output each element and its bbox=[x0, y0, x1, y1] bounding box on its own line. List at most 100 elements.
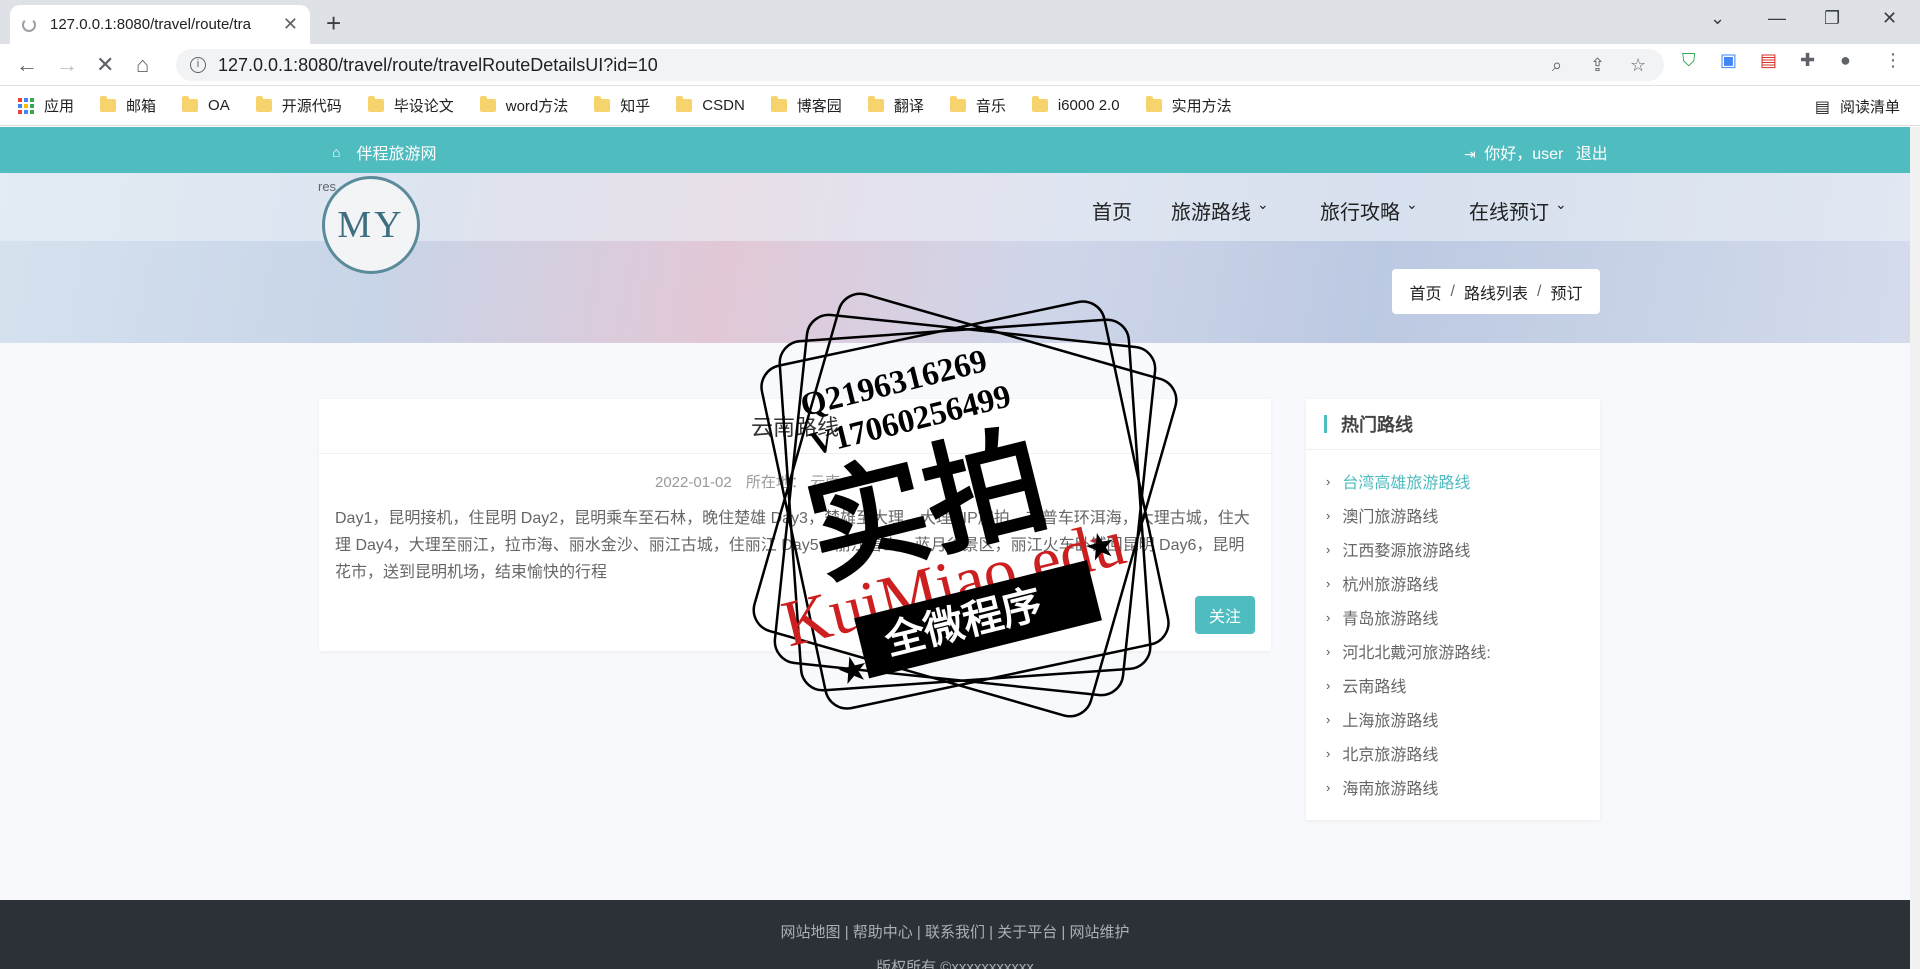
address-bar[interactable]: i 127.0.0.1:8080/travel/route/travelRout… bbox=[176, 49, 1664, 81]
apps-icon bbox=[18, 97, 34, 114]
folder-icon bbox=[867, 96, 884, 112]
back-icon[interactable]: ← bbox=[16, 52, 38, 78]
zoom-icon[interactable]: ⌕ bbox=[1552, 55, 1562, 76]
share-icon[interactable]: ⇪ bbox=[1590, 55, 1605, 76]
bookmark-folder[interactable]: 实用方法 bbox=[1145, 95, 1232, 116]
bookmark-folder[interactable]: 知乎 bbox=[594, 95, 650, 116]
route-location-label: 所在地： bbox=[745, 474, 806, 491]
chevron-right-icon: › bbox=[1326, 711, 1331, 727]
footer-links[interactable]: 网站地图 | 帮助中心 | 联系我们 | 关于平台 | 网站维护 bbox=[0, 900, 1910, 942]
logout-link[interactable]: 退出 bbox=[1576, 146, 1608, 163]
home-icon[interactable]: ⌂ bbox=[136, 52, 149, 78]
nav-guides[interactable]: 旅行攻略 ⌄ bbox=[1320, 196, 1418, 225]
folder-icon bbox=[1031, 96, 1048, 112]
chevron-right-icon: › bbox=[1326, 575, 1331, 591]
profile-icon[interactable]: ● bbox=[1840, 50, 1851, 71]
site-info-icon[interactable]: i bbox=[190, 57, 206, 73]
menu-icon[interactable]: ⋮ bbox=[1884, 50, 1902, 71]
home-icon: ⌂ bbox=[332, 144, 341, 160]
list-item[interactable]: › 河北北戴河旅游路线: bbox=[1326, 634, 1600, 668]
list-item[interactable]: › 澳门旅游路线 bbox=[1326, 498, 1600, 532]
url-text: 127.0.0.1:8080/travel/route/travelRouteD… bbox=[218, 54, 658, 75]
bookmark-folder[interactable]: 毕设论文 bbox=[367, 95, 454, 116]
fe-extension-icon[interactable]: ▤ bbox=[1760, 50, 1777, 71]
chevron-down-icon: ⌄ bbox=[1555, 196, 1567, 212]
translate-extension-icon[interactable]: ▣ bbox=[1720, 50, 1737, 71]
list-item[interactable]: › 江西婺源旅游路线 bbox=[1326, 532, 1600, 566]
list-item[interactable]: › 海南旅游路线 bbox=[1326, 770, 1600, 804]
footer-copyright: 版权所有 ©xxxxxxxxxxx bbox=[876, 959, 1034, 969]
bookmark-folder[interactable]: i6000 2.0 bbox=[1031, 96, 1120, 114]
list-item[interactable]: › 台湾高雄旅游路线 bbox=[1326, 464, 1600, 498]
folder-icon bbox=[182, 96, 199, 112]
chevron-right-icon: › bbox=[1326, 779, 1331, 795]
restore-icon[interactable]: ❐ bbox=[1824, 8, 1840, 29]
shield-extension-icon[interactable]: ⛉ bbox=[1682, 50, 1696, 71]
list-item[interactable]: › 杭州旅游路线 bbox=[1326, 566, 1600, 600]
hero-banner bbox=[0, 173, 1910, 343]
chevron-right-icon: › bbox=[1326, 643, 1331, 659]
route-description: Day1，昆明接机，住昆明 Day2，昆明乘车至石林，晚住楚雄 Day3，楚雄至… bbox=[335, 510, 1250, 581]
login-icon: ⇥ bbox=[1464, 146, 1476, 162]
folder-icon bbox=[1145, 96, 1162, 112]
folder-icon bbox=[676, 96, 693, 112]
bookmark-folder[interactable]: word方法 bbox=[479, 95, 568, 116]
browser-tab[interactable]: 127.0.0.1:8080/travel/route/tra ✕ bbox=[10, 5, 310, 44]
breadcrumb-route-list[interactable]: 路线列表 bbox=[1464, 280, 1528, 304]
bookmark-folder[interactable]: 音乐 bbox=[949, 95, 1006, 116]
minimize-icon[interactable]: — bbox=[1768, 8, 1786, 29]
route-location: 云南 bbox=[810, 474, 841, 491]
tab-title: 127.0.0.1:8080/travel/route/tra bbox=[50, 16, 251, 33]
list-item[interactable]: › 青岛旅游路线 bbox=[1326, 600, 1600, 634]
forward-icon[interactable]: → bbox=[56, 52, 78, 78]
page-scrollbar[interactable] bbox=[1910, 127, 1920, 969]
bookmark-folder[interactable]: OA bbox=[182, 96, 230, 114]
site-footer: 网站地图 | 帮助中心 | 联系我们 | 关于平台 | 网站维护 版权所有 ©x… bbox=[0, 900, 1910, 969]
breadcrumb-home[interactable]: 首页 bbox=[1410, 280, 1442, 304]
folder-icon bbox=[949, 96, 966, 112]
user-area: ⇥ 你好，user 退出 bbox=[1464, 140, 1608, 164]
chevron-down-icon: ⌄ bbox=[1406, 196, 1418, 212]
folder-icon bbox=[100, 96, 117, 112]
nav-routes[interactable]: 旅游路线 ⌄ bbox=[1171, 196, 1269, 225]
chevron-right-icon: › bbox=[1326, 609, 1331, 625]
route-card: 云南路线 2022-01-02 所在地： 云南 Day1，昆明接机，住昆明 Da… bbox=[319, 399, 1271, 651]
chevron-right-icon: › bbox=[1326, 677, 1331, 693]
stop-icon[interactable]: ✕ bbox=[96, 52, 114, 78]
extensions-icon[interactable]: ✚ bbox=[1800, 50, 1815, 71]
folder-icon bbox=[479, 96, 496, 112]
list-item[interactable]: › 上海旅游路线 bbox=[1326, 702, 1600, 736]
bookmark-apps[interactable]: 应用 bbox=[18, 95, 74, 116]
user-greeting[interactable]: 你好，user bbox=[1484, 146, 1563, 163]
bookmark-folder[interactable]: 开源代码 bbox=[255, 95, 342, 116]
route-date: 2022-01-02 bbox=[655, 474, 732, 491]
site-topbar: ⌂ 伴程旅游网 ⇥ 你好，user 退出 bbox=[0, 127, 1910, 173]
nav-booking[interactable]: 在线预订 ⌄ bbox=[1469, 196, 1567, 225]
bookmark-folder[interactable]: 邮箱 bbox=[100, 95, 156, 116]
tab-search-icon[interactable]: ⌄ bbox=[1710, 8, 1725, 29]
breadcrumb: 首页 / 路线列表 / 预订 bbox=[1392, 269, 1600, 314]
bookmark-star-icon[interactable]: ☆ bbox=[1630, 55, 1646, 76]
reading-list[interactable]: ▤ 阅读清单 bbox=[1815, 96, 1900, 117]
browser-tabstrip: 127.0.0.1:8080/travel/route/tra ✕ + ⌄ — … bbox=[0, 0, 1920, 44]
close-window-icon[interactable]: ✕ bbox=[1882, 8, 1897, 29]
route-meta: 2022-01-02 所在地： 云南 bbox=[655, 471, 840, 492]
folder-icon bbox=[770, 96, 787, 112]
list-item[interactable]: › 北京旅游路线 bbox=[1326, 736, 1600, 770]
chevron-right-icon: › bbox=[1326, 541, 1331, 557]
nav-strip bbox=[0, 173, 1910, 241]
list-item[interactable]: › 云南路线 bbox=[1326, 668, 1600, 702]
bookmark-folder[interactable]: 博客园 bbox=[770, 95, 842, 116]
site-logo[interactable]: MY bbox=[322, 176, 420, 274]
new-tab-icon[interactable]: + bbox=[326, 8, 341, 39]
bookmark-folder[interactable]: 翻译 bbox=[867, 95, 924, 116]
route-title: 云南路线 bbox=[319, 399, 1271, 454]
bookmarks-bar: 应用 邮箱 OA 开源代码 毕设论文 word方法 知乎 CSDN 博客园 翻译… bbox=[0, 86, 1920, 126]
close-tab-icon[interactable]: ✕ bbox=[283, 14, 298, 35]
loading-icon bbox=[22, 17, 36, 32]
follow-button[interactable]: 关注 bbox=[1195, 596, 1255, 634]
bookmark-folder[interactable]: CSDN bbox=[676, 96, 745, 114]
hot-routes-title: 热门路线 bbox=[1306, 399, 1600, 450]
nav-home[interactable]: 首页 bbox=[1092, 196, 1132, 225]
site-brand[interactable]: ⌂ 伴程旅游网 bbox=[332, 140, 436, 164]
